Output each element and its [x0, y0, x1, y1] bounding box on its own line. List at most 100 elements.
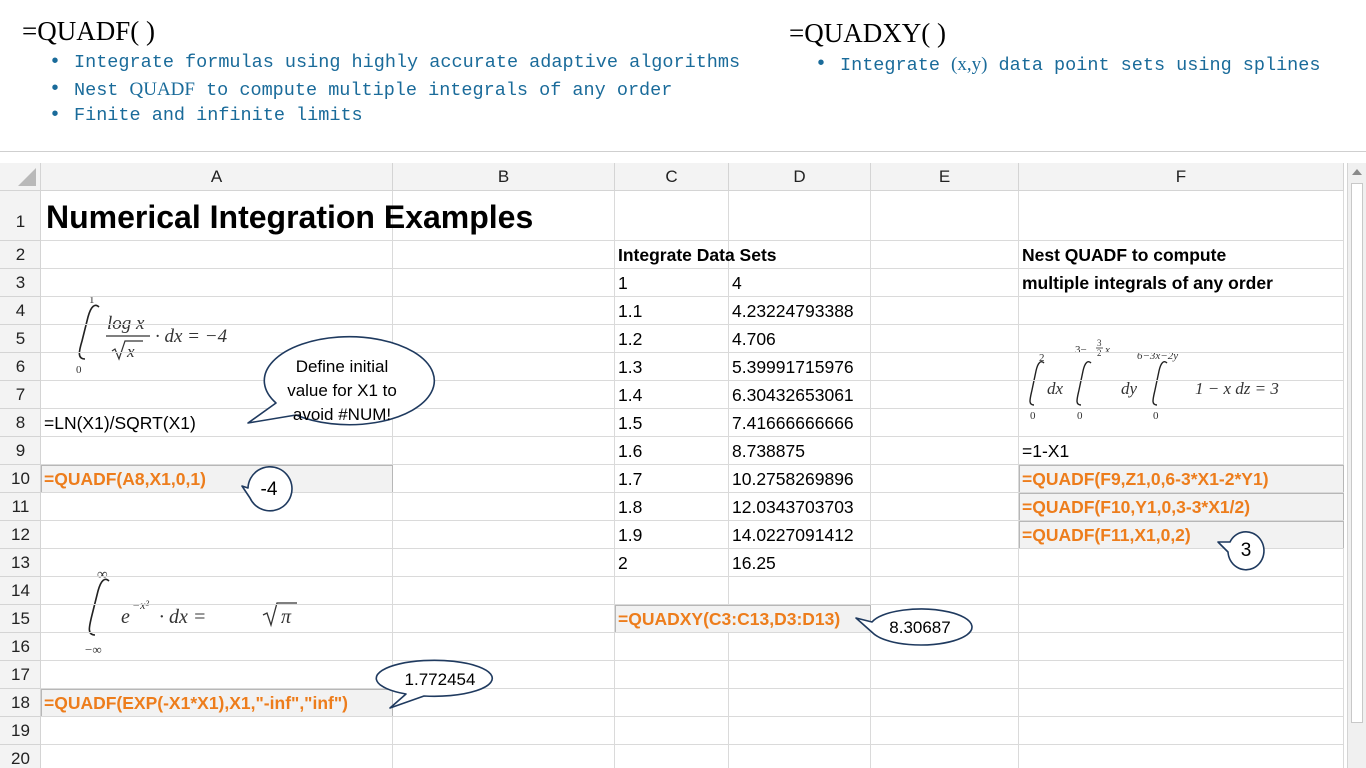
svg-text:0: 0 [1077, 410, 1083, 421]
cell-a10[interactable]: =QUADF(A8,X1,0,1) [41, 465, 206, 490]
row-header-10[interactable]: 10 [0, 465, 41, 493]
column-header-b[interactable]: B [393, 163, 615, 191]
row-header-8[interactable]: 8 [0, 409, 41, 437]
row-header-5[interactable]: 5 [0, 325, 41, 353]
select-all-corner[interactable] [0, 163, 41, 191]
cell-d4[interactable]: 4.23224793388 [729, 297, 854, 322]
cell-c6[interactable]: 1.3 [615, 353, 642, 378]
vertical-scrollbar[interactable] [1347, 163, 1366, 768]
define-callout-line-1: Define initial [295, 357, 389, 376]
cell-c9[interactable]: 1.6 [615, 437, 642, 462]
quadxy-bullet-list: Integrate (x,y) data point sets using sp… [812, 52, 1321, 79]
cell-c3[interactable]: 1 [615, 269, 628, 294]
row-header-6[interactable]: 6 [0, 353, 41, 381]
spreadsheet: A B C D E F 1 2 3 4 5 6 7 8 9 10 11 12 13 14 15 16 17 18 1… [0, 151, 1366, 768]
row-header-7[interactable]: 7 [0, 381, 41, 409]
row-header-17[interactable]: 17 [0, 661, 41, 689]
define-initial-value-callout: Define initial value for X1 to avoid #NU… [244, 335, 436, 431]
result-value-f12: 3 [1240, 540, 1252, 561]
quadxy-bullet-1: Integrate (x,y) data point sets using sp… [812, 52, 1321, 79]
svg-text:3: 3 [1097, 338, 1102, 348]
column-header-e[interactable]: E [871, 163, 1019, 191]
svg-text:e: e [121, 606, 130, 628]
cell-c8[interactable]: 1.5 [615, 409, 642, 434]
cell-d11[interactable]: 12.0343703703 [729, 493, 854, 518]
cell-a8[interactable]: =LN(X1)/SQRT(X1) [41, 409, 196, 434]
quadf-bullet-1: Integrate formulas using highly accurate… [46, 50, 740, 77]
quadf-bullet-3: Finite and infinite limits [46, 103, 740, 130]
svg-text:· dx =: · dx = [159, 606, 206, 628]
result-value-a10: -4 [260, 479, 278, 500]
row-header-13[interactable]: 13 [0, 549, 41, 577]
quadf-bullet-list: Integrate formulas using highly accurate… [46, 50, 740, 130]
row-header-12[interactable]: 12 [0, 521, 41, 549]
cell-f12[interactable]: =QUADF(F11,X1,0,2) [1019, 521, 1191, 546]
cell-grid[interactable]: Numerical Integration Examples =LN(X1)/S… [41, 191, 1344, 768]
svg-text:−x²: −x² [132, 598, 149, 612]
result-callout-a10: -4 [240, 466, 298, 516]
row-header-14[interactable]: 14 [0, 577, 41, 605]
row-header-11[interactable]: 11 [0, 493, 41, 521]
svg-text:2: 2 [1039, 352, 1045, 364]
result-callout-a18: 1.772454 [370, 658, 504, 710]
cell-f2[interactable]: Nest QUADF to compute [1019, 241, 1226, 266]
cell-d9[interactable]: 8.738875 [729, 437, 805, 462]
define-callout-line-3: avoid #NUM! [292, 405, 392, 424]
cell-d8[interactable]: 7.41666666666 [729, 409, 854, 434]
cell-c7[interactable]: 1.4 [615, 381, 642, 406]
row-header-9[interactable]: 9 [0, 437, 41, 465]
cell-c2[interactable]: Integrate Data Sets [615, 241, 777, 266]
column-header-f[interactable]: F [1019, 163, 1344, 191]
cell-d5[interactable]: 4.706 [729, 325, 776, 350]
cell-c4[interactable]: 1.1 [615, 297, 642, 322]
cell-c11[interactable]: 1.8 [615, 493, 642, 518]
cell-d6[interactable]: 5.39991715976 [729, 353, 854, 378]
svg-text:dx: dx [1047, 379, 1064, 398]
row-header-19[interactable]: 19 [0, 717, 41, 745]
row-header-4[interactable]: 4 [0, 297, 41, 325]
row-header-2[interactable]: 2 [0, 241, 41, 269]
result-callout-f12: 3 [1216, 530, 1268, 574]
cell-d13[interactable]: 16.25 [729, 549, 776, 574]
row-header-20[interactable]: 20 [0, 745, 41, 768]
cell-a18[interactable]: =QUADF(EXP(-X1*X1),X1,"-inf","inf") [41, 689, 348, 714]
svg-text:2: 2 [1097, 348, 1102, 358]
cell-d7[interactable]: 6.30432653061 [729, 381, 854, 406]
scroll-up-arrow-icon[interactable] [1352, 169, 1362, 175]
svg-text:· dx = −4: · dx = −4 [155, 326, 228, 347]
cell-f10[interactable]: =QUADF(F9,Z1,0,6-3*X1-2*Y1) [1019, 465, 1269, 490]
svg-text:1 − x dz = 3: 1 − x dz = 3 [1195, 379, 1279, 398]
scrollbar-thumb[interactable] [1351, 183, 1363, 723]
cell-f9[interactable]: =1-X1 [1019, 437, 1069, 462]
cell-c13[interactable]: 2 [615, 549, 628, 574]
svg-text:x: x [1104, 344, 1110, 356]
sheet-title[interactable]: Numerical Integration Examples [43, 191, 533, 236]
cell-f3[interactable]: multiple integrals of any order [1019, 269, 1273, 294]
result-value-c15: 8.30687 [889, 618, 951, 637]
define-callout-line-2: value for X1 to [287, 381, 397, 400]
column-header-a[interactable]: A [41, 163, 393, 191]
cell-f11[interactable]: =QUADF(F10,Y1,0,3-3*X1/2) [1019, 493, 1250, 518]
column-header-d[interactable]: D [729, 163, 871, 191]
cell-c12[interactable]: 1.9 [615, 521, 642, 546]
cell-d10[interactable]: 10.2758269896 [729, 465, 854, 490]
quadf-heading: =QUADF( ) [22, 16, 155, 46]
row-header-bar: 1 2 3 4 5 6 7 8 9 10 11 12 13 14 15 16 17 18 19 20 [0, 191, 41, 768]
cell-d3[interactable]: 4 [729, 269, 742, 294]
row-header-1[interactable]: 1 [0, 191, 41, 241]
cell-c10[interactable]: 1.7 [615, 465, 642, 490]
row-header-15[interactable]: 15 [0, 605, 41, 633]
svg-text:0: 0 [1030, 410, 1036, 421]
cell-c5[interactable]: 1.2 [615, 325, 642, 350]
svg-text:0: 0 [1153, 410, 1159, 421]
gaussian-integral-equation: ∞ −∞ e −x² · dx = π [75, 563, 331, 657]
column-header-c[interactable]: C [615, 163, 729, 191]
cell-d12[interactable]: 14.0227091412 [729, 521, 854, 546]
row-header-16[interactable]: 16 [0, 633, 41, 661]
column-header-bar: A B C D E F [41, 163, 1344, 191]
svg-text:π: π [281, 606, 292, 628]
svg-text:∞: ∞ [97, 567, 108, 583]
row-header-18[interactable]: 18 [0, 689, 41, 717]
cell-c15[interactable]: =QUADXY(C3:C13,D3:D13) [615, 605, 840, 630]
row-header-3[interactable]: 3 [0, 269, 41, 297]
